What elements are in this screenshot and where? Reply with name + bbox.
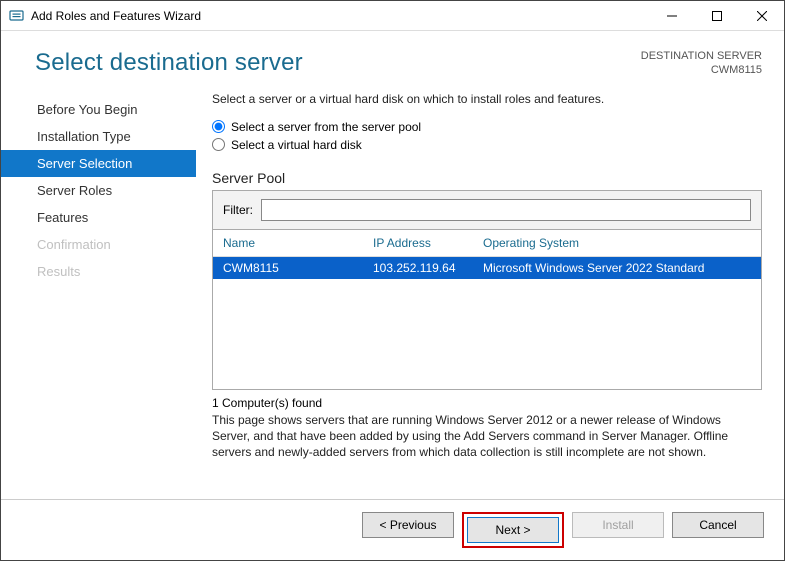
titlebar: Add Roles and Features Wizard xyxy=(1,1,784,31)
window-title: Add Roles and Features Wizard xyxy=(31,9,649,23)
destination-server-box: DESTINATION SERVER CWM8115 xyxy=(641,49,762,78)
sidebar-item-before-you-begin[interactable]: Before You Begin xyxy=(1,96,196,123)
table-row[interactable]: CWM8115103.252.119.64Microsoft Windows S… xyxy=(213,257,761,279)
app-icon xyxy=(9,8,25,24)
radio-server-pool[interactable]: Select a server from the server pool xyxy=(212,120,762,134)
cell-ip: 103.252.119.64 xyxy=(373,261,483,275)
cell-name: CWM8115 xyxy=(223,261,373,275)
server-pool-heading: Server Pool xyxy=(212,170,762,186)
grid-header: Name IP Address Operating System xyxy=(213,230,761,257)
maximize-button[interactable] xyxy=(694,1,739,30)
server-grid[interactable]: Name IP Address Operating System CWM8115… xyxy=(212,230,762,390)
instruction-text: Select a server or a virtual hard disk o… xyxy=(212,92,762,106)
filter-label: Filter: xyxy=(223,203,253,217)
radio-server-pool-input[interactable] xyxy=(212,120,225,133)
destination-label: DESTINATION SERVER xyxy=(641,49,762,63)
col-header-os[interactable]: Operating System xyxy=(483,236,751,250)
filter-bar: Filter: xyxy=(212,190,762,230)
header-area: Select destination server DESTINATION SE… xyxy=(1,31,784,88)
next-button-highlight: Next > xyxy=(462,512,564,548)
wizard-window: Add Roles and Features Wizard Select des… xyxy=(0,0,785,561)
minimize-button[interactable] xyxy=(649,1,694,30)
sidebar-item-results: Results xyxy=(1,258,196,285)
destination-value: CWM8115 xyxy=(641,63,762,77)
filter-input[interactable] xyxy=(261,199,751,221)
sidebar-item-installation-type[interactable]: Installation Type xyxy=(1,123,196,150)
help-text: This page shows servers that are running… xyxy=(212,412,762,461)
radio-server-pool-label: Select a server from the server pool xyxy=(231,120,421,134)
radio-vhd-label: Select a virtual hard disk xyxy=(231,138,362,152)
col-header-ip[interactable]: IP Address xyxy=(373,236,483,250)
radio-vhd-input[interactable] xyxy=(212,138,225,151)
computers-found-text: 1 Computer(s) found xyxy=(212,396,762,410)
page-title: Select destination server xyxy=(35,49,641,77)
sidebar-item-confirmation: Confirmation xyxy=(1,231,196,258)
next-button[interactable]: Next > xyxy=(467,517,559,543)
cell-os: Microsoft Windows Server 2022 Standard xyxy=(483,261,751,275)
wizard-footer: < Previous Next > Install Cancel xyxy=(1,499,784,560)
previous-button[interactable]: < Previous xyxy=(362,512,454,538)
col-header-name[interactable]: Name xyxy=(223,236,373,250)
cancel-button[interactable]: Cancel xyxy=(672,512,764,538)
main-area: Before You BeginInstallation TypeServer … xyxy=(1,88,784,499)
wizard-sidebar: Before You BeginInstallation TypeServer … xyxy=(1,88,196,499)
close-button[interactable] xyxy=(739,1,784,30)
sidebar-item-server-selection[interactable]: Server Selection xyxy=(1,150,196,177)
content-pane: Select a server or a virtual hard disk o… xyxy=(196,88,784,499)
sidebar-item-server-roles[interactable]: Server Roles xyxy=(1,177,196,204)
radio-vhd[interactable]: Select a virtual hard disk xyxy=(212,138,762,152)
sidebar-item-features[interactable]: Features xyxy=(1,204,196,231)
install-button: Install xyxy=(572,512,664,538)
window-controls xyxy=(649,1,784,30)
